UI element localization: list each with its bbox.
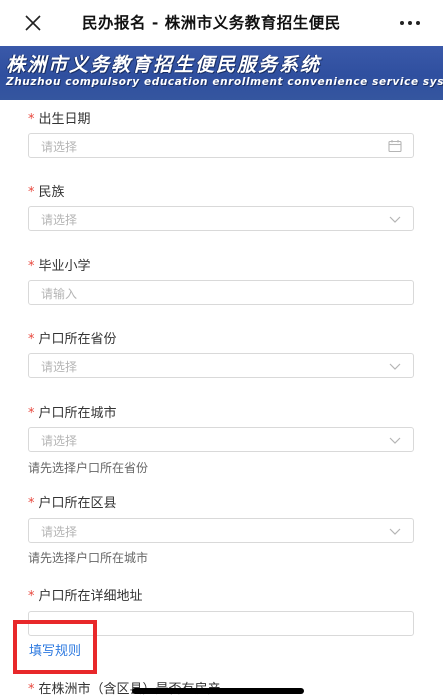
chevron-down-icon — [389, 528, 401, 535]
required-mark: * — [28, 185, 35, 200]
household-district-hint: 请先选择户口所在城市 — [28, 551, 149, 565]
more-button[interactable] — [392, 10, 428, 36]
chevron-down-icon — [389, 363, 401, 370]
calendar-icon — [388, 140, 402, 153]
banner-title-en: Zhuzhou compulsory education enrollment … — [6, 76, 443, 88]
label-primary-school: * 毕业小学 — [28, 259, 91, 274]
required-mark: * — [28, 496, 35, 511]
banner-title-cn: 株洲市义务教育招生便民服务系统 — [6, 54, 322, 76]
required-mark: * — [28, 112, 35, 127]
required-mark: * — [28, 332, 35, 347]
household-district-select[interactable]: 请选择 — [28, 518, 414, 543]
close-button[interactable] — [18, 8, 48, 38]
label-household-district: * 户口所在区县 — [28, 496, 117, 511]
required-mark: * — [28, 589, 35, 604]
household-province-select[interactable]: 请选择 — [28, 353, 414, 378]
household-city-select[interactable]: 请选择 — [28, 427, 414, 452]
home-indicator — [132, 688, 304, 694]
label-household-province: * 户口所在省份 — [28, 332, 117, 347]
required-mark: * — [28, 259, 35, 274]
household-city-hint: 请先选择户口所在省份 — [28, 461, 149, 475]
label-birth-date: * 出生日期 — [28, 112, 91, 127]
title-bar: 民办报名 - 株洲市义务教育招生便民 — [0, 0, 443, 47]
birth-date-picker[interactable]: 请选择 — [28, 133, 414, 158]
primary-school-input[interactable]: 请输入 — [28, 280, 414, 305]
system-banner: 株洲市义务教育招生便民服务系统 Zhuzhou compulsory educa… — [0, 46, 443, 100]
ethnicity-select[interactable]: 请选择 — [28, 206, 414, 231]
more-dots-icon — [400, 21, 404, 25]
close-icon — [25, 15, 41, 31]
label-ethnicity: * 民族 — [28, 185, 65, 200]
chevron-down-icon — [389, 216, 401, 223]
required-mark: * — [28, 682, 35, 697]
fill-rules-link[interactable]: 填写规则 — [29, 640, 81, 659]
label-household-address: * 户口所在详细地址 — [28, 589, 143, 604]
label-household-city: * 户口所在城市 — [28, 406, 117, 421]
required-mark: * — [28, 406, 35, 421]
page-title: 民办报名 - 株洲市义务教育招生便民 — [82, 14, 341, 32]
chevron-down-icon — [389, 437, 401, 444]
